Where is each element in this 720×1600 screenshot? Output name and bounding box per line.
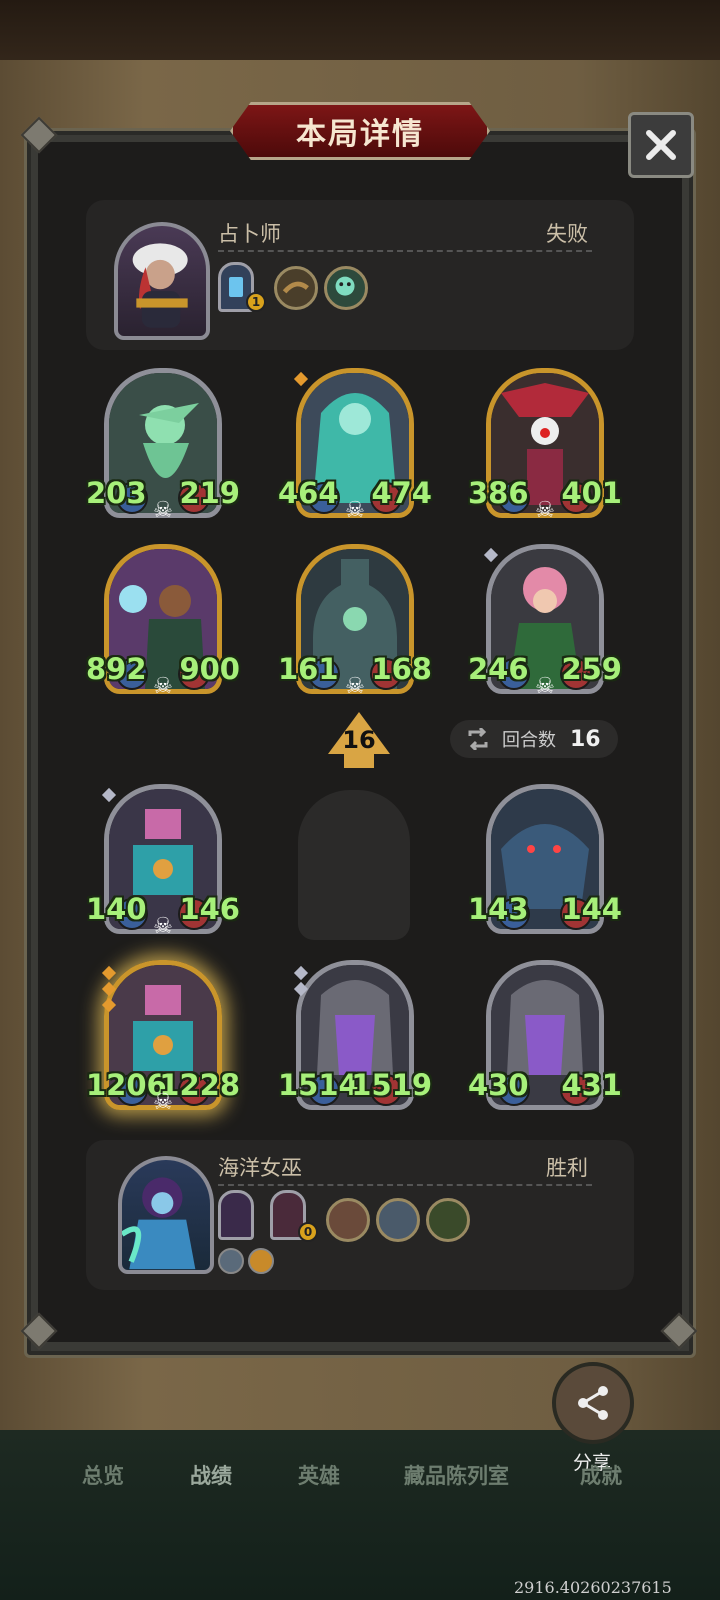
divider bbox=[218, 250, 592, 252]
background-bottom bbox=[0, 1430, 720, 1600]
card-attack: 386 bbox=[468, 476, 529, 510]
enemy-card[interactable]: 464 474 ☠ bbox=[278, 368, 432, 523]
trinket-level-badge: 1 bbox=[246, 292, 266, 312]
sea-witch-icon bbox=[122, 1177, 196, 1270]
opponent-relic-2[interactable] bbox=[324, 266, 368, 310]
card-attack: 892 bbox=[86, 652, 147, 686]
swap-icon bbox=[468, 728, 488, 750]
nav-heroes[interactable]: 英雄 bbox=[298, 1460, 340, 1490]
player-portrait[interactable] bbox=[118, 1156, 214, 1274]
card-attack: 203 bbox=[86, 476, 147, 510]
card-health: 146 bbox=[179, 892, 240, 926]
close-button[interactable] bbox=[628, 112, 694, 178]
player-result: 胜利 bbox=[546, 1156, 588, 1180]
skull-icon: ☠ bbox=[153, 914, 173, 939]
nav-achievements[interactable]: 成就 bbox=[580, 1460, 622, 1490]
card-attack: 246 bbox=[468, 652, 529, 686]
round-count: 16 bbox=[570, 726, 601, 752]
title-banner: 本局详情 bbox=[230, 102, 490, 160]
card-health: 168 bbox=[371, 652, 432, 686]
skull-icon: ☠ bbox=[153, 674, 173, 699]
ghost-icon bbox=[335, 276, 355, 296]
player-relic-3[interactable] bbox=[426, 1198, 470, 1242]
card-attack: 140 bbox=[86, 892, 147, 926]
round-marker: 16 bbox=[328, 712, 390, 768]
close-icon bbox=[646, 130, 676, 160]
scroll-icon bbox=[282, 281, 309, 294]
enemy-card[interactable]: 246 259 ☠ bbox=[468, 544, 622, 699]
share-button[interactable] bbox=[552, 1362, 634, 1444]
opponent-result: 失败 bbox=[546, 222, 588, 246]
page-title: 本局详情 bbox=[296, 117, 424, 152]
card-health: 401 bbox=[561, 476, 622, 510]
enemy-card[interactable]: 386 401 ☠ bbox=[468, 368, 622, 523]
round-label: 回合数 bbox=[502, 730, 556, 751]
card-health: 1519 bbox=[351, 1068, 432, 1102]
player-buff-1[interactable] bbox=[218, 1248, 244, 1274]
skull-icon: ☠ bbox=[153, 498, 173, 523]
nav-overview[interactable]: 总览 bbox=[82, 1460, 124, 1490]
version-number: 2916.40260237615 bbox=[514, 1578, 672, 1597]
card-attack: 143 bbox=[468, 892, 529, 926]
player-card[interactable]: 1206 1228 ☠ bbox=[86, 960, 240, 1115]
card-health: 474 bbox=[371, 476, 432, 510]
enemy-card[interactable]: 892 900 ☠ bbox=[86, 544, 240, 699]
round-marker-value: 16 bbox=[342, 726, 376, 754]
card-health: 144 bbox=[561, 892, 622, 926]
player-card[interactable]: 1514 1519 bbox=[278, 960, 432, 1110]
player-relic-1[interactable] bbox=[326, 1198, 370, 1242]
fortune-teller-icon bbox=[132, 243, 188, 328]
divider bbox=[218, 1184, 592, 1186]
player-card[interactable]: 143 144 bbox=[468, 784, 622, 934]
player-trinket-1[interactable] bbox=[218, 1190, 254, 1240]
nav-collection[interactable]: 藏品陈列室 bbox=[404, 1460, 509, 1490]
card-health: 900 bbox=[179, 652, 240, 686]
round-counter: 回合数 16 bbox=[450, 720, 618, 758]
player-card[interactable]: 140 146 ☠ bbox=[86, 784, 240, 939]
share-icon bbox=[578, 1386, 608, 1420]
trinket-level-badge: 0 bbox=[298, 1222, 318, 1242]
card-attack: 161 bbox=[278, 652, 339, 686]
card-health: 431 bbox=[561, 1068, 622, 1102]
player-buff-2[interactable] bbox=[248, 1248, 274, 1274]
player-card[interactable]: 430 431 bbox=[468, 960, 622, 1110]
skull-icon: ☠ bbox=[345, 498, 365, 523]
card-attack: 464 bbox=[278, 476, 339, 510]
opponent-name: 占卜师 bbox=[218, 222, 281, 246]
skull-icon: ☠ bbox=[535, 498, 555, 523]
enemy-card[interactable]: 203 219 ☠ bbox=[86, 368, 240, 523]
opponent-relic-1[interactable] bbox=[274, 266, 318, 310]
skull-icon: ☠ bbox=[153, 1090, 173, 1115]
opponent-portrait[interactable] bbox=[114, 222, 210, 340]
enemy-card[interactable]: 161 168 ☠ bbox=[278, 544, 432, 699]
card-health: 259 bbox=[561, 652, 622, 686]
card-health: 219 bbox=[179, 476, 240, 510]
skull-icon: ☠ bbox=[535, 674, 555, 699]
player-name: 海洋女巫 bbox=[218, 1156, 302, 1180]
skull-icon: ☠ bbox=[345, 674, 365, 699]
card-attack: 430 bbox=[468, 1068, 529, 1102]
nav-records[interactable]: 战绩 bbox=[190, 1460, 232, 1490]
card-attack: 1514 bbox=[278, 1068, 359, 1102]
player-relic-2[interactable] bbox=[376, 1198, 420, 1242]
empty-slot bbox=[298, 790, 410, 940]
